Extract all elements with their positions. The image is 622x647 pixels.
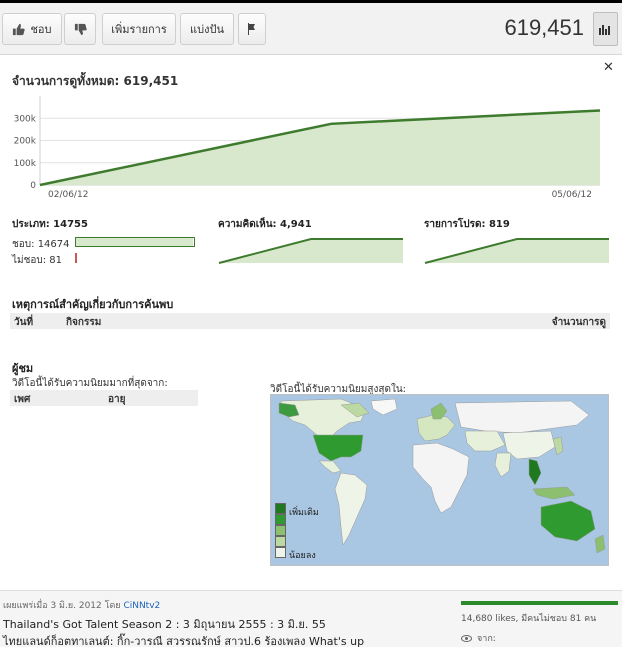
column-date: วันที่ bbox=[14, 317, 34, 328]
discovery-events-title: เหตุการณ์สำคัญเกี่ยวกับการค้นพบ bbox=[12, 298, 174, 311]
y-tick-label: 100k bbox=[14, 159, 37, 169]
legend-swatch-mid bbox=[275, 525, 286, 536]
dislike-button[interactable] bbox=[64, 13, 96, 45]
flag-button[interactable] bbox=[238, 13, 266, 45]
description-line-2: ไทยแลนด์ก็อตทาเลนต์: กิ๊ก-วารณี สวรรณรัก… bbox=[3, 635, 365, 647]
add-to-button[interactable]: เพิ่มรายการ bbox=[102, 13, 176, 45]
popularity-world-map[interactable] bbox=[270, 394, 609, 566]
video-info-footer: เผยแพร่เมื่อ 3 มิ.ย. 2012 โดย CiNNtv2 Th… bbox=[0, 590, 622, 647]
likes-bar bbox=[75, 237, 195, 247]
statistics-button[interactable] bbox=[593, 12, 618, 46]
y-tick-label: 200k bbox=[14, 137, 37, 147]
like-ratio-bar bbox=[461, 601, 618, 605]
audience-title: ผู้ชม bbox=[12, 362, 34, 375]
column-gender: เพศ bbox=[14, 394, 31, 405]
views-area-fill bbox=[40, 110, 600, 185]
x-tick-label: 05/06/12 bbox=[552, 190, 592, 200]
audience-popular-label: วิดีโอนี้ได้รับความนิยมมากที่สุดจาก: bbox=[12, 378, 168, 389]
audience-table-header: เพศ อายุ bbox=[10, 390, 198, 406]
y-tick-label: 0 bbox=[30, 181, 36, 191]
add-to-button-label: เพิ่มรายการ bbox=[111, 23, 167, 36]
legend-swatch-high bbox=[275, 503, 286, 514]
thumbs-up-icon bbox=[13, 23, 26, 35]
description-line-1: Thailand's Got Talent Season 2 : 3 มิถุน… bbox=[3, 618, 326, 631]
like-button-label: ชอบ bbox=[30, 23, 52, 36]
ratings-title: ประเภท: 14755 bbox=[12, 219, 88, 230]
dislikes-bar bbox=[75, 253, 77, 263]
y-axis-tick-labels: 0 100k 200k 300k bbox=[14, 114, 37, 191]
likes-bar-fill bbox=[76, 238, 194, 246]
from-label: จาก: bbox=[477, 634, 496, 644]
column-views: จำนวนการดู bbox=[551, 317, 606, 328]
column-age: อายุ bbox=[108, 394, 126, 405]
x-axis-tick-labels: 02/06/12 05/06/12 bbox=[48, 190, 592, 200]
channel-link[interactable]: CiNNtv2 bbox=[123, 601, 160, 611]
x-tick-label: 02/06/12 bbox=[48, 190, 88, 200]
view-count: 619,451 bbox=[504, 15, 584, 40]
likes-count: ชอบ: 14674 bbox=[12, 239, 70, 250]
like-button[interactable]: ชอบ bbox=[2, 13, 62, 45]
share-button-label: แบ่งปัน bbox=[190, 23, 224, 36]
published-date: เผยแพร่เมื่อ 3 มิ.ย. 2012 โดย bbox=[3, 601, 121, 611]
y-tick-label: 300k bbox=[14, 114, 37, 124]
published-info: เผยแพร่เมื่อ 3 มิ.ย. 2012 โดย CiNNtv2 bbox=[3, 598, 160, 612]
legend-more-label: เพิ่มเติม bbox=[289, 508, 319, 518]
views-area-chart: 0 100k 200k 300k 02/06/12 05/06/12 bbox=[14, 96, 601, 200]
favorites-sparkline bbox=[424, 238, 609, 264]
from-info: จาก: bbox=[461, 631, 496, 645]
dislikes-count: ไม่ชอบ: 81 bbox=[12, 255, 63, 266]
close-icon[interactable]: ✕ bbox=[603, 60, 614, 75]
comments-area-fill bbox=[219, 239, 403, 263]
legend-swatch-mid-high bbox=[275, 514, 286, 525]
column-activity: กิจกรรม bbox=[66, 317, 102, 328]
legend-swatch-mid-low bbox=[275, 536, 286, 547]
likes-summary: 14,680 likes, มีคนไม่ชอบ 81 คน bbox=[461, 614, 597, 624]
comments-title: ความคิดเห็น: 4,941 bbox=[218, 219, 312, 230]
eye-icon bbox=[461, 634, 472, 642]
legend-less-label: น้อยลง bbox=[289, 551, 316, 561]
thumbs-down-icon bbox=[74, 23, 87, 35]
comments-sparkline bbox=[218, 238, 403, 264]
world-map-graphic bbox=[278, 398, 606, 554]
total-views-title: จำนวนการดูทั้งหมด: 619,451 bbox=[12, 74, 179, 88]
legend-swatch-low bbox=[275, 547, 286, 558]
favorites-area-fill bbox=[425, 239, 609, 263]
favorites-title: รายการโปรด: 819 bbox=[424, 219, 510, 230]
discovery-table-header: วันที่ กิจกรรม จำนวนการดู bbox=[10, 313, 610, 329]
flag-icon bbox=[248, 23, 255, 35]
bar-chart-icon bbox=[599, 24, 610, 35]
video-action-toolbar: ชอบ เพิ่มรายการ แบ่งปัน 619,451 bbox=[0, 3, 622, 55]
share-button[interactable]: แบ่งปัน bbox=[180, 13, 234, 45]
